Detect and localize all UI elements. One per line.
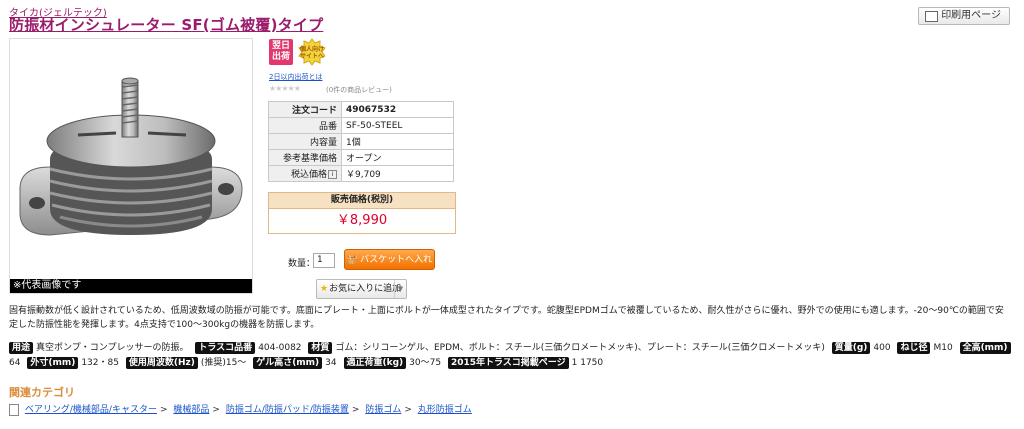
rating-stars: ★★★★★ — [269, 84, 301, 93]
property-tag: 全高(mm) — [959, 342, 1011, 354]
property-value: 400 — [873, 343, 891, 353]
photo-caption: ※代表画像です — [10, 279, 252, 293]
property-value: 30～75 — [409, 358, 442, 368]
breadcrumb-separator: > — [351, 405, 360, 415]
favorite-button-label: お気に入りに追加 — [329, 284, 402, 294]
review-count[interactable]: (0件の商品レビュー) — [326, 85, 392, 95]
breadcrumb-separator: > — [404, 405, 412, 415]
print-page-button[interactable]: 印刷用ページ — [918, 7, 1010, 25]
property-value: 真空ポンプ・コンプレッサーの防振。 — [36, 343, 189, 353]
spec-value: 49067532 — [341, 101, 454, 118]
badge-line: 出荷 — [271, 52, 290, 62]
property-tag: トラスコ品番 — [195, 342, 256, 354]
print-button-label: 印刷用ページ — [941, 10, 1001, 21]
spec-value: ￥9,709 — [341, 165, 454, 182]
property-value: 64 — [9, 358, 21, 368]
personal-badge-text: 個人向け サイトへ — [297, 46, 327, 60]
property-tag: ねじ径 — [897, 342, 931, 354]
property-tag: 使用周波数(Hz) — [125, 357, 198, 369]
breadcrumb-link[interactable]: ベアリング/機械部品/キャスター — [25, 405, 157, 415]
page-title[interactable]: 防振材インシュレーター SF(ゴム被覆)タイプ — [9, 14, 323, 35]
breadcrumb-separator: > — [159, 405, 168, 415]
insulator-illustration — [19, 77, 243, 236]
spec-row: 品番 SF-50-STEEL — [268, 117, 454, 134]
document-icon — [9, 403, 19, 416]
basket-icon: 🧺 — [346, 255, 359, 265]
property-tag: 2015年トラスコ掲載ページ — [447, 357, 569, 369]
breadcrumb-separator: > — [212, 405, 220, 415]
printer-icon — [925, 11, 939, 22]
property-tag: 外寸(mm) — [27, 357, 79, 369]
breadcrumb-link[interactable]: 丸形防振ゴム — [418, 405, 472, 415]
spec-label-wrap: 税込価格 i — [268, 165, 342, 182]
badge-line: 個人向け — [299, 46, 324, 53]
price-label: 販売価格(税別) — [269, 193, 455, 209]
next-day-shipping-badge: 翌日 出荷 — [269, 39, 293, 65]
spec-value: オープン — [341, 149, 454, 166]
spec-row: 参考基準価格 オープン — [268, 149, 454, 166]
property-value: ゴム：シリコーンゲル、EPDM、ボルト：スチール(三価クロメートメッキ)、プレー… — [335, 343, 825, 353]
chevron-down-icon[interactable]: ▼ — [394, 280, 406, 298]
badge-line: サイトへ — [299, 53, 324, 60]
spec-value: 1個 — [341, 133, 454, 150]
product-description: 固有振動数が低く設計されているため、低周波数域の防振が可能です。底面にプレート・… — [9, 306, 1004, 330]
product-image: ※代表画像です — [9, 38, 253, 294]
info-icon[interactable]: i — [328, 170, 337, 179]
product-properties: 用途 真空ポンプ・コンプレッサーの防振。 トラスコ品番 404-0082 材質 ゴム：… — [9, 341, 1019, 371]
property-tag: 適正荷重(kg) — [343, 357, 407, 369]
shipping-info-link[interactable]: 2日以内出荷とは — [269, 72, 322, 82]
spec-label: 注文コード — [268, 101, 342, 118]
property-value: 34 — [325, 358, 337, 368]
quantity-input[interactable]: 1 — [313, 253, 335, 268]
add-to-favorites-button[interactable]: ★お気に入りに追加 ▼ — [316, 279, 407, 299]
spec-row: 注文コード 49067532 — [268, 101, 454, 118]
spec-label: 品番 — [268, 117, 342, 134]
property-tag: 質量(g) — [831, 342, 871, 354]
quantity-label: 数量： — [288, 259, 316, 269]
spec-value: SF-50-STEEL — [341, 117, 454, 134]
add-to-cart-button[interactable]: 🧺バスケットへ入れる — [344, 249, 435, 286]
price-value: ￥8,990 — [269, 209, 455, 233]
spec-row: 税込価格 i ￥9,709 — [268, 165, 454, 182]
property-value: 404-0082 — [258, 343, 302, 353]
related-categories-heading: 関連カテゴリ — [9, 386, 75, 399]
breadcrumb-link[interactable]: 機械部品 — [173, 405, 209, 415]
property-tag: 用途 — [9, 342, 34, 354]
spec-label: 参考基準価格 — [268, 149, 342, 166]
star-icon: ★ — [320, 284, 329, 294]
property-value: 132・85 — [81, 358, 119, 368]
property-value: (推奨)15～ — [200, 358, 247, 368]
property-tag: ゲル高さ(mm) — [253, 357, 323, 369]
spec-label: 内容量 — [268, 133, 342, 150]
breadcrumb: ベアリング/機械部品/キャスター > 機械部品 > 防振ゴム/防振パッド/防振装置 >… — [9, 402, 472, 416]
property-value: M10 — [933, 343, 953, 353]
personal-site-badge[interactable]: 個人向け サイトへ — [297, 38, 327, 66]
price-box: 販売価格(税別) ￥8,990 — [268, 192, 456, 234]
spec-row: 内容量 1個 — [268, 133, 454, 150]
breadcrumb-link[interactable]: 防振ゴム — [365, 405, 401, 415]
property-tag: 材質 — [308, 342, 333, 354]
badge-line: 翌日 — [271, 41, 290, 51]
property-value: 1 1750 — [571, 358, 604, 368]
spec-table: 注文コード 49067532 品番 SF-50-STEEL 内容量 1個 参考基準価格… — [268, 101, 454, 182]
breadcrumb-link[interactable]: 防振ゴム/防振パッド/防振装置 — [226, 405, 349, 415]
spec-label: 税込価格 — [290, 170, 327, 180]
